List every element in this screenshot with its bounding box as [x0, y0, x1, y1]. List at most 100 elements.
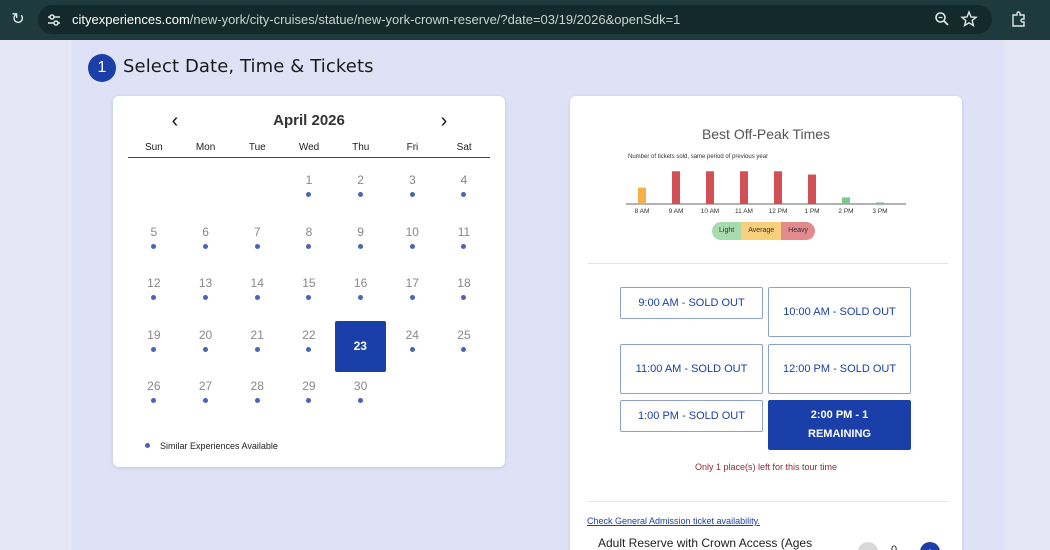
calendar-day-number: 15 — [302, 276, 316, 290]
calendar-day[interactable]: 6 — [180, 217, 232, 269]
calendar-day[interactable]: 8 — [283, 217, 335, 269]
url-path: /new-york/city-cruises/statue/new-york-c… — [189, 12, 681, 27]
calendar-day[interactable]: 3 — [386, 165, 438, 217]
calendar-day[interactable]: 19 — [128, 320, 180, 372]
step-title: Select Date, Time & Tickets — [123, 56, 374, 77]
calendar-day-number: 11 — [457, 224, 471, 239]
chart-bar — [706, 171, 714, 204]
time-slot-9am[interactable]: 9:00 AM - SOLD OUT — [620, 287, 763, 319]
extensions-icon[interactable] — [1010, 10, 1028, 28]
site-settings-icon[interactable] — [46, 12, 62, 28]
weekday-label: Fri — [406, 142, 419, 153]
calendar-day-number: 23 — [353, 338, 367, 353]
availability-dot-icon — [151, 346, 157, 352]
calendar-empty-cell — [231, 165, 283, 217]
calendar-grid: 1 2 3 4 5 6 7 8 9 10 11 12 13 14 15 16 17 18 19 20 21 22 23 24 2… — [128, 165, 490, 423]
calendar-day[interactable]: 7 — [231, 217, 283, 269]
weekday-label: Mon — [195, 142, 216, 153]
availability-dot-icon — [306, 295, 312, 300]
calendar-day-number: 25 — [457, 327, 471, 342]
availability-dot-icon — [461, 346, 467, 352]
calendar-day[interactable]: 16 — [335, 268, 387, 320]
calendar-day[interactable]: 26 — [128, 371, 180, 423]
chart-legend: Light Average Heavy — [712, 222, 815, 240]
calendar-day[interactable]: 30 — [335, 371, 387, 423]
calendar-legend: Similar Experiences Available — [160, 441, 278, 451]
next-month-button[interactable]: › — [434, 111, 454, 132]
calendar-day[interactable]: 17 — [386, 268, 438, 320]
weekday-label: Thu — [352, 142, 370, 153]
time-slot-11am[interactable]: 11:00 AM - SOLD OUT — [620, 344, 763, 394]
calendar-day-number: 17 — [405, 276, 419, 290]
availability-dot-icon — [461, 192, 467, 197]
calendar-day[interactable]: 21 — [231, 320, 283, 372]
calendar-empty-cell — [180, 165, 232, 217]
chart-bar — [808, 174, 816, 204]
quantity-decrease-button[interactable] — [858, 542, 878, 550]
calendar-day[interactable]: 25 — [438, 320, 490, 372]
chart-tick-label: 12 PM — [769, 208, 788, 215]
calendar-day[interactable]: 5 — [128, 217, 180, 269]
calendar-day-number: 6 — [202, 224, 209, 239]
calendar-day[interactable]: 14 — [231, 268, 283, 320]
calendar-day[interactable]: 2 — [335, 165, 387, 217]
calendar-day[interactable]: 29 — [283, 371, 335, 423]
chart-bar — [638, 187, 646, 204]
availability-dot-icon — [306, 192, 312, 197]
calendar-day-number: 24 — [405, 327, 419, 342]
calendar-day[interactable]: 10 — [386, 217, 438, 269]
reload-icon[interactable]: ↻ — [8, 10, 28, 30]
calendar-card: ‹ April 2026 › Sun Mon Tue Wed Thu Fri S… — [113, 96, 505, 467]
calendar-empty-cell — [128, 165, 180, 217]
chart-bar — [876, 202, 884, 204]
calendar-day[interactable]: 15 — [283, 268, 335, 320]
quantity-increase-button[interactable]: + — [920, 542, 940, 550]
divider — [588, 263, 948, 264]
ticket-type-name: Adult Reserve with Crown Access (Ages — [598, 536, 813, 550]
weekday-label: Wed — [298, 142, 320, 153]
url-text[interactable]: cityexperiences.com/new-york/city-cruise… — [72, 5, 680, 34]
availability-dot-icon — [358, 398, 364, 403]
availability-dot-icon — [409, 295, 415, 300]
zoom-icon[interactable] — [934, 11, 950, 27]
time-slot-12pm[interactable]: 12:00 PM - SOLD OUT — [768, 344, 911, 394]
availability-dot-icon — [145, 443, 150, 448]
availability-dot-icon — [409, 346, 415, 352]
calendar-day[interactable]: 1 — [283, 165, 335, 217]
time-slot-10am[interactable]: 10:00 AM - SOLD OUT — [768, 287, 911, 337]
availability-dot-icon — [254, 243, 260, 249]
availability-dot-icon — [254, 346, 260, 352]
calendar-day-number: 2 — [357, 173, 364, 187]
calendar-day-number: 26 — [147, 379, 161, 393]
calendar-day[interactable]: 9 — [335, 217, 387, 269]
calendar-day[interactable]: 22 — [283, 320, 335, 372]
calendar-day-selected[interactable]: 23 — [334, 320, 386, 372]
quantity-value: 0 — [891, 544, 898, 550]
calendar-day-number: 8 — [305, 224, 313, 239]
general-admission-link[interactable]: Check General Admission ticket availabil… — [587, 516, 760, 526]
availability-dot-icon — [461, 295, 467, 300]
calendar-day[interactable]: 18 — [438, 268, 490, 320]
chart-tick-label: 10 AM — [701, 208, 719, 215]
calendar-day[interactable]: 28 — [231, 371, 283, 423]
calendar-day[interactable]: 13 — [180, 268, 232, 320]
calendar-day[interactable]: 24 — [386, 320, 438, 372]
step-number-badge: 1 — [88, 54, 116, 82]
time-slot-2pm[interactable]: 2:00 PM - 1 REMAINING — [768, 400, 911, 450]
browser-toolbar: ↻ cityexperiences.com/new-york/city-crui… — [0, 0, 1050, 40]
chart-tick-label: 11 AM — [735, 208, 753, 215]
time-slot-1pm[interactable]: 1:00 PM - SOLD OUT — [620, 400, 763, 432]
calendar-day[interactable]: 20 — [180, 320, 232, 372]
bookmark-star-icon[interactable] — [960, 10, 978, 28]
calendar-day-number: 9 — [357, 224, 364, 239]
calendar-day[interactable]: 12 — [128, 268, 180, 320]
calendar-day-number: 20 — [198, 327, 213, 342]
times-card: Best Off-Peak Times Number of tickets so… — [570, 96, 962, 550]
calendar-day[interactable]: 4 — [438, 165, 490, 217]
calendar-day[interactable]: 27 — [180, 371, 232, 423]
address-bar[interactable]: cityexperiences.com/new-york/city-cruise… — [38, 5, 992, 34]
calendar-day-number: 13 — [198, 276, 213, 290]
calendar-day[interactable]: 11 — [438, 217, 490, 269]
weekday-header: Sun Mon Tue Wed Thu Fri Sat — [128, 142, 490, 158]
availability-dot-icon — [306, 346, 312, 352]
